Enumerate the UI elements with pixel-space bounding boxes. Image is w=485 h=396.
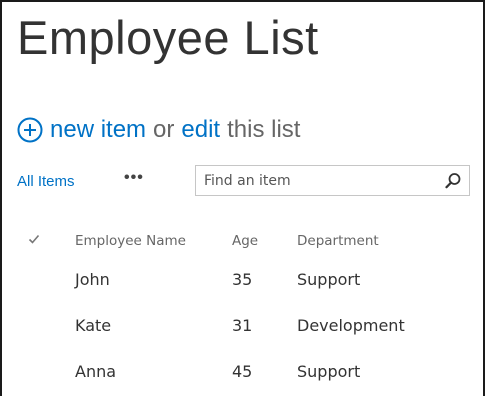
more-options-button[interactable]: ••• (124, 169, 144, 187)
app-frame: Employee List new item or edit this list… (0, 0, 485, 396)
search-box (195, 165, 470, 196)
age-cell: 45 (232, 362, 253, 381)
employee-name-cell[interactable]: John (75, 270, 110, 289)
department-cell: Support (297, 270, 361, 289)
employee-name-cell[interactable]: Anna (75, 362, 116, 381)
table-row[interactable]: Anna 45 Support (2, 350, 483, 396)
employee-name-cell[interactable]: Kate (75, 316, 111, 335)
search-icon[interactable] (445, 172, 462, 189)
employee-table: Employee Name Age Department John 35 Sup… (2, 222, 483, 396)
search-input[interactable] (204, 166, 434, 195)
page-title: Employee List (17, 11, 319, 64)
list-actions: new item or edit this list (17, 114, 300, 146)
age-cell: 31 (232, 316, 253, 335)
table-row[interactable]: Kate 31 Development (2, 304, 483, 350)
this-list-text: this list (227, 116, 301, 143)
or-text: or (153, 116, 175, 143)
department-cell: Development (297, 316, 405, 335)
age-cell: 35 (232, 270, 253, 289)
table-header-row: Employee Name Age Department (2, 222, 483, 258)
column-header-department[interactable]: Department (297, 233, 379, 249)
view-all-items[interactable]: All Items (17, 173, 75, 190)
checkmark-icon (28, 233, 40, 245)
table-row[interactable]: John 35 Support (2, 258, 483, 304)
edit-link[interactable]: edit (181, 116, 220, 144)
column-header-age[interactable]: Age (232, 233, 258, 249)
plus-circle-icon[interactable] (17, 117, 43, 143)
column-header-employee-name[interactable]: Employee Name (75, 233, 186, 249)
select-all-checkbox[interactable] (28, 233, 40, 249)
department-cell: Support (297, 362, 361, 381)
view-bar: All Items ••• (17, 165, 477, 201)
new-item-link[interactable]: new item (50, 116, 146, 144)
